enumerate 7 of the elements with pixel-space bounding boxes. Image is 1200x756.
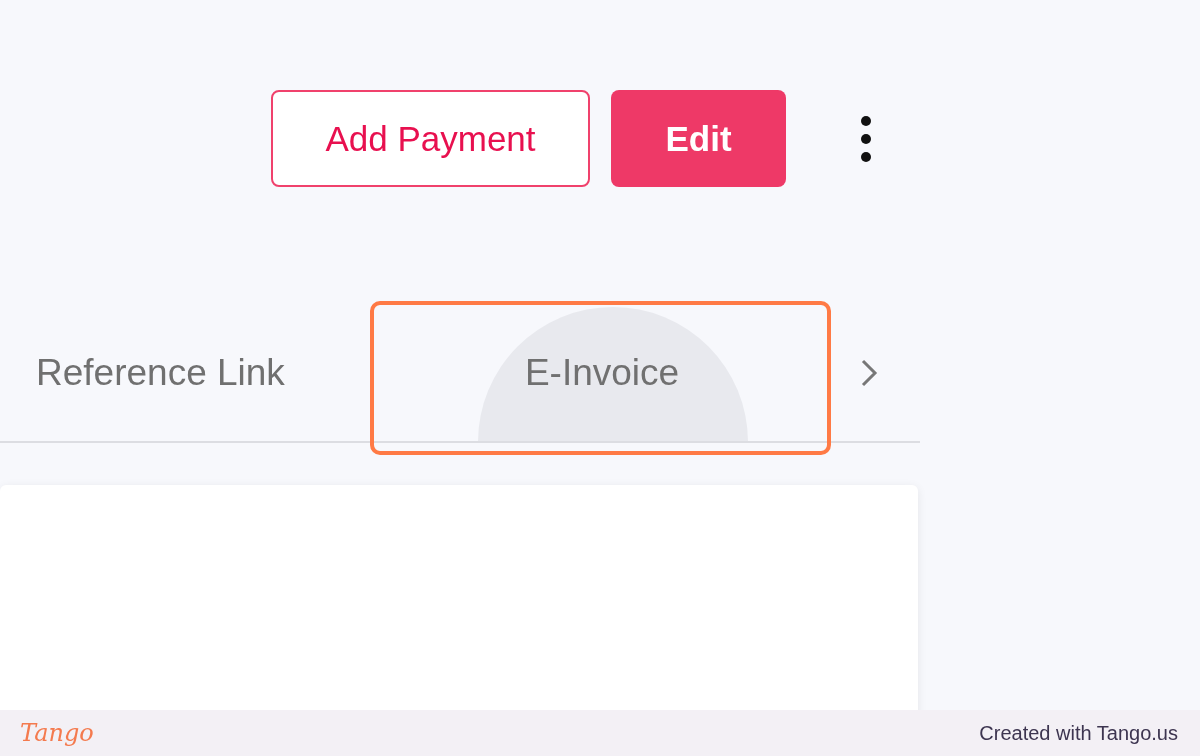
more-options-icon[interactable] bbox=[860, 115, 872, 162]
add-payment-button[interactable]: Add Payment bbox=[271, 90, 590, 187]
edit-button[interactable]: Edit bbox=[611, 90, 786, 187]
credit-text: Created with Tango.us bbox=[979, 721, 1178, 745]
tab[interactable]: Reference Link bbox=[0, 305, 330, 441]
chevron-right-icon[interactable] bbox=[860, 358, 878, 388]
logo: Tango bbox=[20, 719, 94, 747]
